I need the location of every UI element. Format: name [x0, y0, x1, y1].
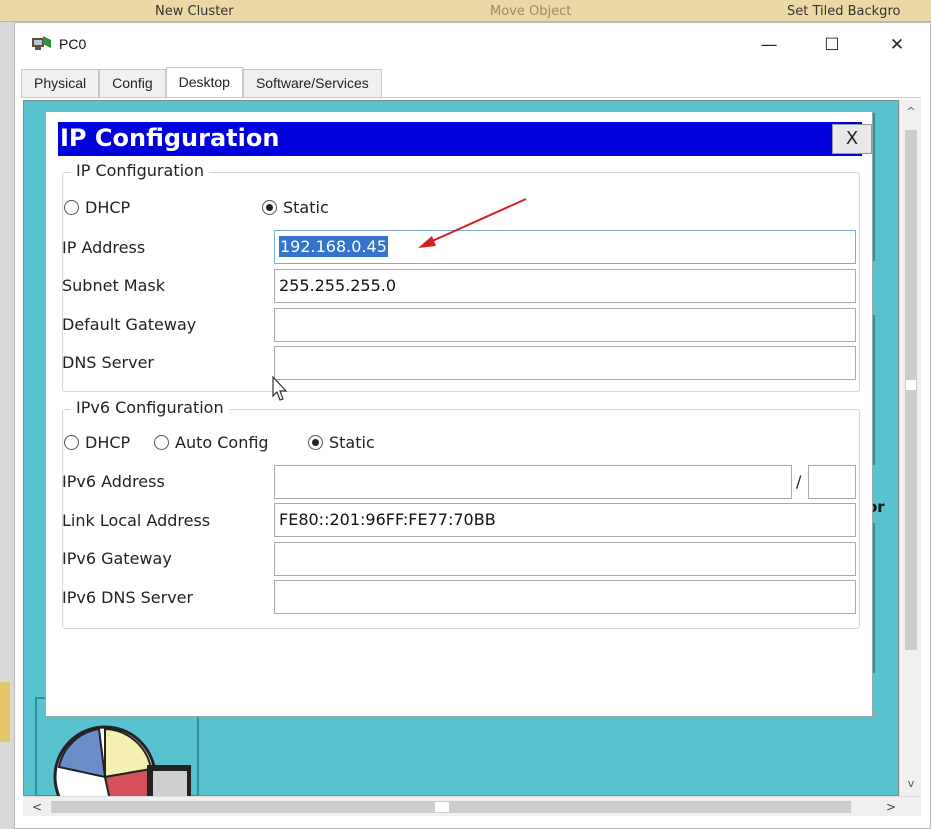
radio-indicator [154, 435, 169, 450]
panel-title: IP Configuration [60, 124, 280, 152]
ipv6-prefix-input[interactable] [808, 465, 856, 499]
tab-physical[interactable]: Physical [21, 69, 100, 97]
close-button[interactable]: ✕ [877, 29, 917, 61]
scroll-up-button[interactable]: ^ [900, 102, 922, 122]
new-cluster-button[interactable]: New Cluster [155, 4, 234, 19]
ipv6-gateway-label: IPv6 Gateway [62, 549, 172, 568]
scroll-right-button[interactable]: > [881, 797, 901, 817]
radio-indicator [262, 200, 277, 215]
radio-label: Auto Config [175, 433, 269, 452]
tab-desktop[interactable]: Desktop [165, 67, 243, 97]
prefix-separator: / [796, 472, 802, 491]
ipv6-address-input[interactable] [274, 465, 792, 499]
vertical-scrollbar[interactable]: ^ v [899, 100, 921, 796]
ipv4-group-legend: IP Configuration [71, 161, 209, 180]
move-object-button[interactable]: Move Object [490, 4, 571, 19]
tab-divider [21, 97, 921, 98]
window-tabs: Physical Config Desktop Software/Service… [21, 67, 382, 97]
panel-close-button[interactable]: X [832, 124, 872, 154]
ip-address-input[interactable]: 192.168.0.45 [274, 230, 856, 264]
default-gateway-input[interactable] [274, 308, 856, 342]
dns-server-label: DNS Server [62, 353, 154, 372]
panel-titlebar: IP Configuration X [58, 122, 872, 156]
ipv6-dns-server-label: IPv6 DNS Server [62, 588, 194, 607]
window-titlebar[interactable]: PC0 — ☐ ✕ [15, 23, 930, 67]
radio-indicator [64, 435, 79, 450]
mouse-cursor-icon [272, 376, 288, 401]
tab-software-services[interactable]: Software/Services [242, 69, 382, 97]
packet-tracer-pc-icon [32, 36, 51, 50]
background-toolbar: New Cluster Move Object Set Tiled Backgr… [0, 0, 931, 22]
pc0-window: PC0 — ☐ ✕ Physical Config Desktop Softwa… [14, 22, 931, 829]
radio-label: DHCP [85, 433, 131, 452]
ip-configuration-panel: IP Configuration X IP Configuration DHCP… [45, 111, 873, 717]
pie-chart-app-icon[interactable] [45, 707, 195, 803]
vertical-scroll-thumb[interactable] [905, 130, 917, 650]
scroll-down-button[interactable]: v [900, 774, 922, 794]
ipv6-address-label: IPv6 Address [62, 472, 165, 491]
horizontal-scrollbar[interactable]: < > [23, 796, 921, 816]
default-gateway-label: Default Gateway [62, 315, 197, 334]
ipv6-dhcp-radio[interactable]: DHCP [64, 433, 130, 452]
subnet-mask-label: Subnet Mask [62, 276, 166, 295]
background-workspace-edge [0, 22, 14, 829]
ipv6-gateway-input[interactable] [274, 542, 856, 576]
ipv6-dns-server-input[interactable] [274, 580, 856, 614]
minimize-button[interactable]: — [749, 29, 789, 61]
radio-indicator [64, 200, 79, 215]
ip-address-label: IP Address [62, 238, 146, 257]
ipv6-group-legend: IPv6 Configuration [71, 398, 229, 417]
horizontal-scroll-thumb[interactable] [51, 801, 851, 813]
scroll-left-button[interactable]: < [27, 797, 47, 817]
radio-indicator [308, 435, 323, 450]
ipv6-static-radio[interactable]: Static [308, 433, 375, 452]
ip-address-selected-text: 192.168.0.45 [279, 236, 388, 257]
radio-label: Static [283, 198, 329, 217]
scroll-grip [906, 380, 916, 390]
tab-config[interactable]: Config [99, 69, 166, 97]
subnet-mask-input[interactable]: 255.255.255.0 [274, 269, 856, 303]
radio-label: DHCP [85, 198, 131, 217]
ipv4-static-radio[interactable]: Static [262, 198, 329, 217]
window-title: PC0 [59, 36, 87, 52]
dns-server-input[interactable] [274, 346, 856, 380]
scroll-grip [435, 802, 449, 812]
set-tiled-background-button[interactable]: Set Tiled Backgro [787, 4, 900, 19]
link-local-address-label: Link Local Address [62, 511, 211, 530]
ipv6-auto-config-radio[interactable]: Auto Config [154, 433, 269, 452]
link-local-address-input[interactable]: FE80::201:96FF:FE77:70BB [274, 503, 856, 537]
radio-label: Static [329, 433, 375, 452]
ipv4-dhcp-radio[interactable]: DHCP [64, 198, 130, 217]
maximize-button[interactable]: ☐ [812, 29, 852, 61]
background-tab-strip [0, 682, 10, 742]
